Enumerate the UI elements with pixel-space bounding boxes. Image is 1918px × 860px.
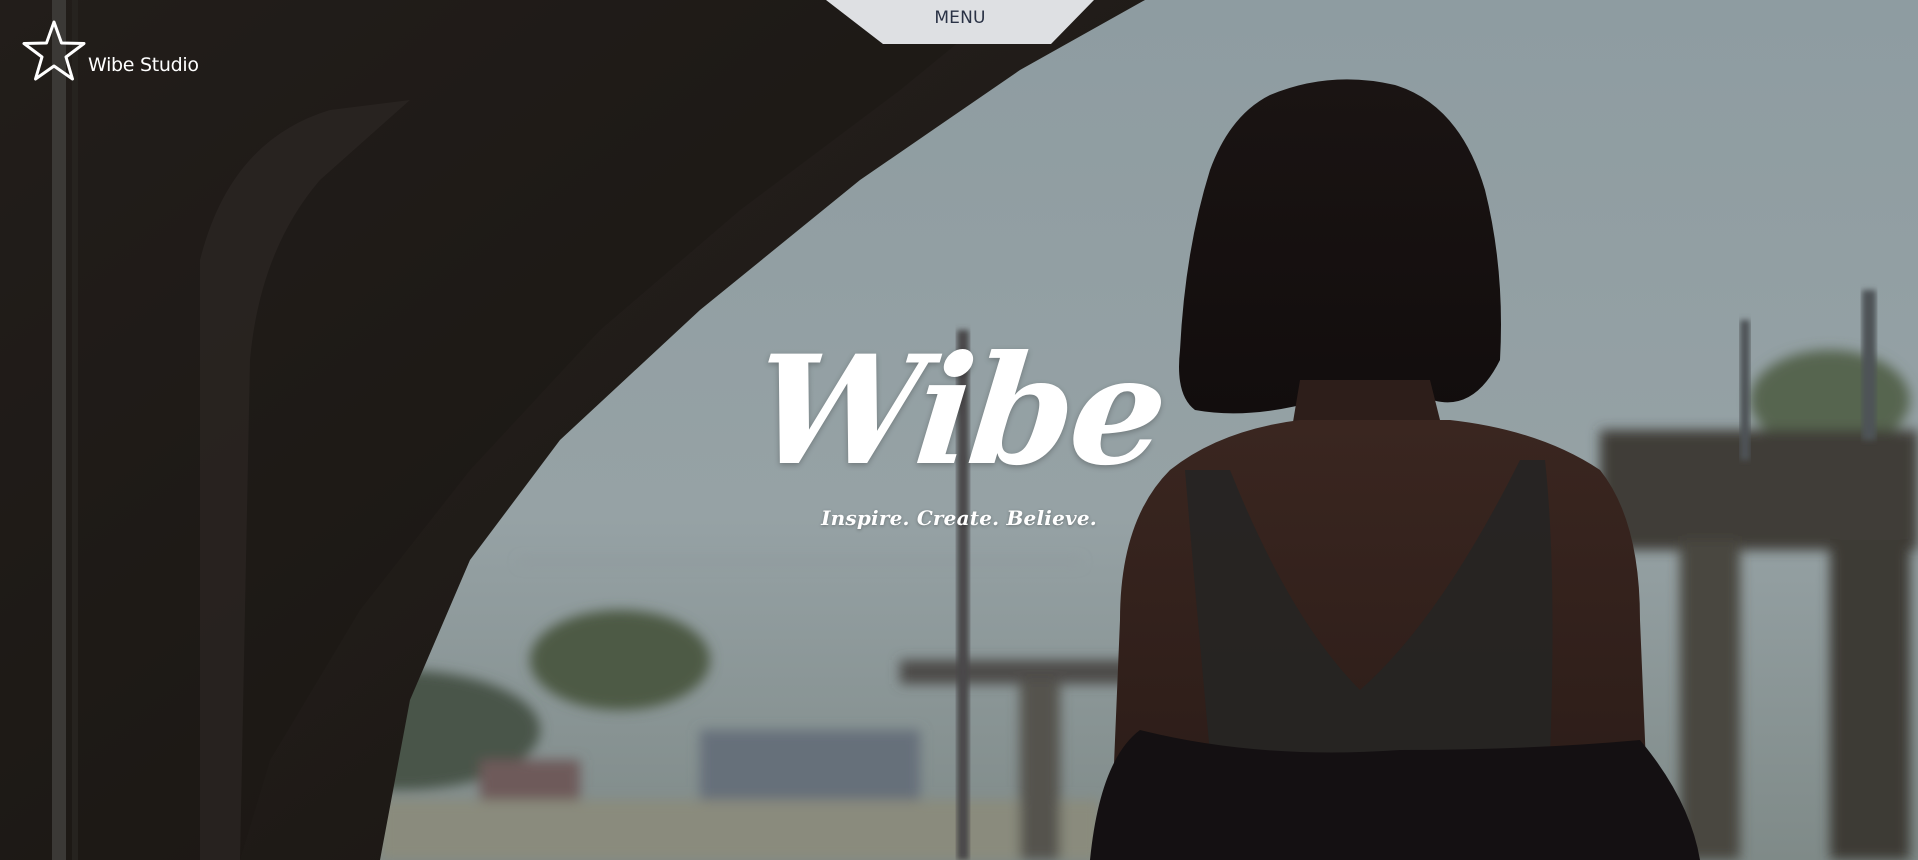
hero-section: Wibe Studio MENU Wibe Inspire. Create. B…	[0, 0, 1918, 860]
brand-logo-link[interactable]: Wibe Studio	[22, 20, 199, 82]
hero-tagline: Inspire. Create. Believe.	[821, 506, 1097, 530]
menu-label: MENU	[934, 8, 986, 28]
brand-name: Wibe Studio	[88, 54, 199, 76]
hero-title: Wibe	[746, 323, 1172, 499]
menu-button[interactable]: MENU	[826, 0, 1094, 44]
star-outline-icon	[22, 20, 86, 81]
